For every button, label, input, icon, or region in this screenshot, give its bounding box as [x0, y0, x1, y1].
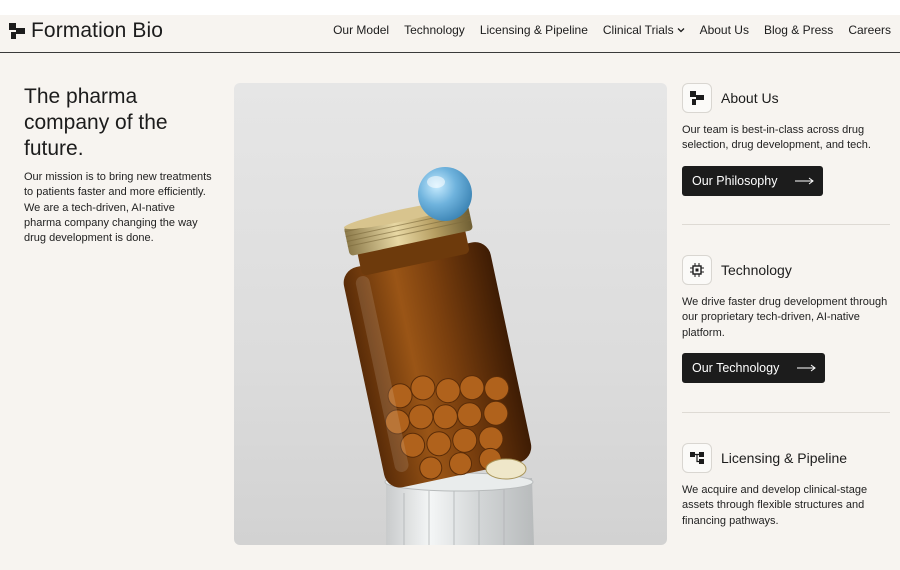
hero-title: The pharma company of the future. — [24, 85, 168, 160]
divider — [682, 224, 890, 225]
feature-description: Our team is best-in-class across drug se… — [682, 124, 871, 152]
pill-bottle-illustration — [343, 167, 534, 545]
formation-bio-logo-icon — [9, 23, 25, 39]
nav-clinical-trials[interactable]: Clinical Trials — [603, 23, 685, 37]
our-philosophy-button[interactable]: Our Philosophy — [682, 165, 824, 196]
our-technology-button[interactable]: Our Technology — [682, 352, 826, 383]
main-nav: Our Model Technology Licensing & Pipelin… — [333, 23, 891, 37]
feature-licensing-pipeline: Licensing & Pipeline We acquire and deve… — [682, 443, 892, 529]
nav-licensing-pipeline[interactable]: Licensing & Pipeline — [480, 23, 588, 37]
nav-technology[interactable]: Technology — [404, 23, 465, 37]
divider — [682, 412, 890, 413]
hero-image-pill-bottle — [234, 83, 667, 545]
arrow-right-icon — [795, 177, 815, 184]
feature-technology: Technology We drive faster drug developm… — [682, 255, 892, 383]
site-header: Formation Bio Our Model Technology Licen… — [0, 15, 900, 53]
blocks-icon — [682, 83, 712, 113]
chevron-down-icon — [677, 28, 685, 33]
feature-description: We drive faster drug development through… — [682, 296, 888, 339]
feature-description: We acquire and develop clinical-stage as… — [682, 484, 868, 527]
nav-clinical-trials-label: Clinical Trials — [602, 23, 674, 37]
pipeline-icon — [682, 443, 712, 473]
hero-description: Our mission is to bring new treatments t… — [24, 171, 212, 245]
nav-about-us[interactable]: About Us — [700, 23, 749, 37]
feature-title: Technology — [721, 262, 792, 278]
cta-label: Our Technology — [692, 360, 780, 375]
brand-name: Formation Bio — [31, 19, 164, 42]
nav-blog-press[interactable]: Blog & Press — [764, 23, 833, 37]
feature-title: Licensing & Pipeline — [721, 450, 848, 466]
nav-careers[interactable]: Careers — [848, 23, 891, 37]
brand-logo[interactable]: Formation Bio — [9, 19, 163, 43]
browser-top-strip — [0, 0, 900, 15]
nav-our-model[interactable]: Our Model — [333, 23, 389, 37]
arrow-right-icon — [797, 364, 817, 372]
feature-about-us: About Us Our team is best-in-class acros… — [682, 83, 892, 196]
cta-label: Our Philosophy — [692, 173, 778, 188]
feature-title: About Us — [721, 90, 779, 106]
chip-icon — [682, 255, 712, 285]
